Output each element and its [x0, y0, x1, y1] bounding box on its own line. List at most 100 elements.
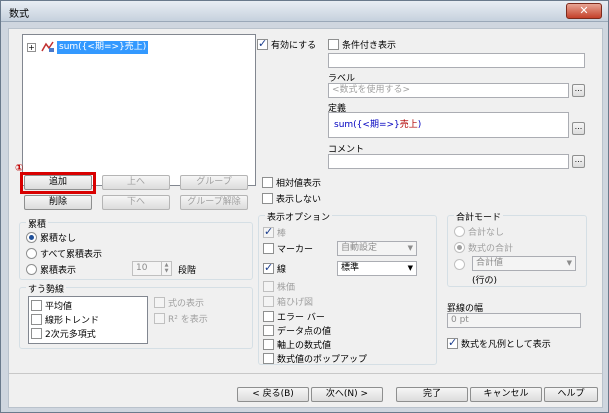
ungroup-button[interactable]: グループ解除	[180, 195, 248, 210]
radio-no-accumulation[interactable]: 累積なし	[26, 231, 76, 244]
checkbox[interactable]	[263, 243, 274, 254]
checkbox[interactable]	[447, 336, 458, 349]
conditional-checkbox[interactable]: 条件付き表示	[328, 38, 396, 51]
comment-browse-button[interactable]: ...	[572, 155, 585, 168]
checkbox-label: データ点の値	[277, 327, 332, 337]
delete-button[interactable]: 削除	[24, 195, 92, 210]
checkbox[interactable]	[263, 281, 274, 292]
radio-circle[interactable]	[26, 248, 37, 259]
radio-circle[interactable]	[454, 226, 465, 237]
checkbox[interactable]	[328, 39, 339, 50]
next-button[interactable]: 次へ(N) >	[311, 387, 383, 402]
trendlines-list[interactable]: 平均値 線形トレンド 2次元多項式	[28, 296, 148, 344]
radio-aggregate[interactable]	[454, 259, 468, 270]
display-popup-checkbox[interactable]: 数式値のポップアップ	[263, 352, 367, 365]
close-button[interactable]: ✕	[566, 3, 602, 19]
tree-item-suffix: )	[142, 42, 147, 52]
display-bar-checkbox[interactable]: 棒	[263, 225, 287, 239]
aggregate-select[interactable]: 合計値 ▼	[472, 256, 576, 271]
radio-expression-total[interactable]: 数式の合計	[454, 241, 513, 254]
condition-input[interactable]	[328, 53, 585, 68]
checkbox-label: 棒	[277, 229, 287, 239]
checkbox[interactable]	[257, 37, 268, 50]
checkbox[interactable]	[154, 313, 165, 324]
formula-measure: 売上	[399, 120, 418, 130]
checkbox[interactable]	[262, 177, 273, 188]
checkbox-label: 条件付き表示	[342, 41, 397, 51]
checkbox[interactable]	[263, 296, 274, 307]
checkbox[interactable]	[263, 339, 274, 350]
line-style-select[interactable]: 標準 ▼	[337, 261, 417, 276]
trendlines-title: すう勢線	[26, 282, 67, 295]
checkbox[interactable]	[154, 297, 165, 308]
finish-button[interactable]: 完了	[396, 387, 468, 402]
show-r2-checkbox[interactable]: R² を表示	[154, 312, 208, 325]
back-button[interactable]: < 戻る(B)	[237, 387, 309, 402]
tree-item-prefix: sum(	[59, 42, 82, 52]
legend-checkbox[interactable]: 数式を凡例として表示	[447, 336, 551, 350]
help-button[interactable]: ヘルプ	[544, 387, 598, 402]
accumulation-group: 累積 累積なし すべて累積表示 累積表示 10 ▲ ▼ 段階	[19, 217, 253, 280]
cancel-button[interactable]: キャンセル	[470, 387, 542, 402]
radio-label: 累積なし	[40, 234, 77, 244]
definition-input[interactable]: sum({<期=>}売上)	[328, 112, 569, 138]
definition-browse-button[interactable]: ...	[572, 122, 585, 135]
display-options-group: 表示オプション 棒 マーカー 自動設定 ▼ 線 標準 ▼ 株価 箱ひげ図 エラー バ…	[258, 210, 437, 365]
display-errorbar-checkbox[interactable]: エラー バー	[263, 310, 325, 323]
select-value: 合計値	[476, 258, 504, 268]
trendline-item[interactable]: 2次元多項式	[31, 327, 96, 340]
hide-checkbox[interactable]: 表示しない	[262, 192, 321, 205]
radio-no-total[interactable]: 合計なし	[454, 225, 504, 238]
tree-item-expression[interactable]: sum({<期=>}売上)	[57, 41, 149, 54]
marker-select[interactable]: 自動設定 ▼	[337, 241, 417, 256]
comment-input[interactable]	[328, 154, 569, 169]
checkbox[interactable]	[31, 300, 42, 311]
checkbox[interactable]	[31, 328, 42, 339]
down-button[interactable]: 下へ	[102, 195, 170, 210]
display-boxplot-checkbox[interactable]: 箱ひげ図	[263, 295, 313, 308]
expression-tree[interactable]: + sum({<期=>}売上)	[22, 34, 256, 186]
radio-circle[interactable]	[454, 259, 465, 270]
dialog-body: + sum({<期=>}売上) ① 追加 上へ グループ 削除 下へ グループ解…	[8, 28, 603, 408]
line-width-input[interactable]: 0 pt	[447, 313, 581, 328]
checkbox[interactable]	[263, 325, 274, 336]
checkbox[interactable]	[263, 311, 274, 322]
radio-accumulate-steps[interactable]: 累積表示	[26, 263, 76, 276]
checkbox-label: マーカー	[277, 245, 314, 255]
show-formula-checkbox[interactable]: 式の表示	[154, 296, 204, 309]
chevron-down-icon: ▼	[407, 244, 413, 252]
display-stock-checkbox[interactable]: 株価	[263, 280, 295, 293]
formula-field: {<期=>}	[356, 120, 400, 130]
tree-expander-icon[interactable]: +	[27, 43, 36, 52]
radio-circle[interactable]	[26, 232, 37, 243]
accumulation-title: 累積	[26, 217, 49, 230]
radio-circle[interactable]	[454, 242, 465, 253]
radio-full-accumulation[interactable]: すべて累積表示	[26, 247, 102, 260]
display-axis-values-checkbox[interactable]: 軸上の数式値	[263, 338, 331, 351]
checkbox[interactable]	[31, 314, 42, 325]
trendline-label: 2次元多項式	[45, 330, 96, 340]
group-button[interactable]: グループ	[180, 175, 248, 190]
checkbox[interactable]	[263, 225, 274, 238]
select-value: 自動設定	[341, 243, 378, 253]
total-mode-title: 合計モード	[454, 210, 504, 223]
up-button[interactable]: 上へ	[102, 175, 170, 190]
steps-spinner[interactable]: 10 ▲ ▼	[132, 261, 172, 276]
enable-checkbox[interactable]: 有効にする	[257, 37, 316, 51]
label-browse-button[interactable]: ...	[572, 84, 585, 97]
radio-label: 数式の合計	[468, 244, 514, 254]
label-input[interactable]: <数式を使用する>	[328, 83, 569, 98]
trendline-item[interactable]: 平均値	[31, 299, 72, 312]
checkbox[interactable]	[263, 261, 274, 274]
checkbox[interactable]	[263, 353, 274, 364]
relative-checkbox[interactable]: 相対値表示	[262, 176, 321, 189]
spinner-arrows-icon[interactable]: ▲ ▼	[161, 262, 171, 275]
checkbox[interactable]	[262, 193, 273, 204]
radio-label: 累積表示	[40, 266, 77, 276]
display-values-checkbox[interactable]: データ点の値	[263, 324, 331, 337]
radio-circle[interactable]	[26, 264, 37, 275]
display-line-checkbox[interactable]: 線	[263, 261, 286, 275]
trendline-item[interactable]: 線形トレンド	[31, 313, 99, 326]
title-bar: 数式 ✕	[1, 1, 608, 22]
display-marker-checkbox[interactable]: マーカー	[263, 242, 313, 255]
